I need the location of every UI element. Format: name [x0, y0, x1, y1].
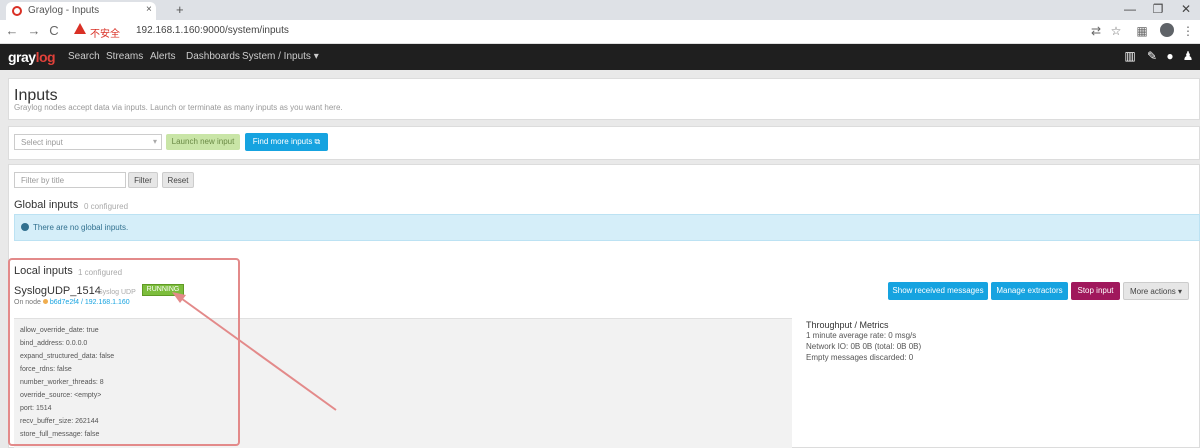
annotation-arrow [172, 292, 337, 411]
